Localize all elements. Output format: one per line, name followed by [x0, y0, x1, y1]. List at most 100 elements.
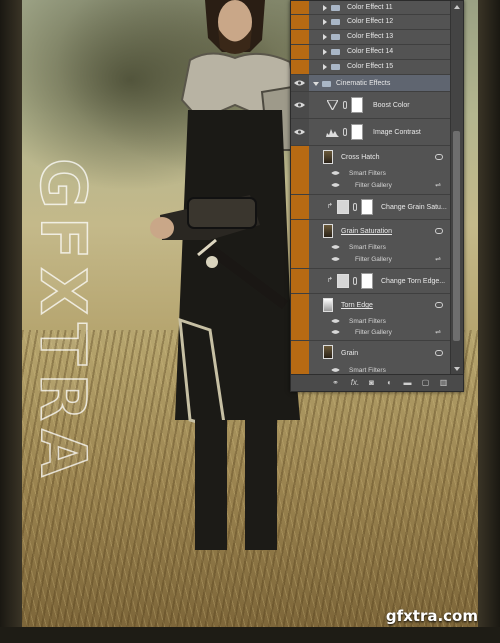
- filter-name: Filter Gallery: [355, 182, 392, 189]
- link-layers-icon[interactable]: ⚭: [331, 379, 340, 387]
- layer-name: Boost Color: [373, 102, 410, 109]
- filter-options-icon[interactable]: ⇌: [435, 181, 441, 189]
- link-icon[interactable]: [353, 277, 357, 285]
- adjustment-thumbnail[interactable]: [337, 274, 349, 288]
- visibility-toggle[interactable]: [291, 294, 309, 340]
- smart-object-thumbnail[interactable]: [323, 345, 333, 359]
- layer-group-color-effect-14[interactable]: Color Effect 14: [291, 45, 451, 60]
- visibility-toggle[interactable]: [291, 341, 309, 374]
- layer-cross-hatch[interactable]: Cross Hatch Smart Filters Filter Gallery…: [291, 146, 451, 195]
- layers-panel: Color Effect 11 Color Effect 12 Color Ef…: [290, 0, 464, 392]
- smart-filter-badge-icon[interactable]: [435, 228, 443, 234]
- link-icon[interactable]: [353, 203, 357, 211]
- link-icon[interactable]: [343, 101, 347, 109]
- eye-icon: [294, 102, 305, 108]
- folder-icon: [331, 49, 340, 55]
- smart-filter-badge-icon[interactable]: [435, 154, 443, 160]
- filter-name: Filter Gallery: [355, 329, 392, 336]
- layer-mask-thumbnail[interactable]: [351, 97, 363, 113]
- layer-name: Color Effect 11: [347, 4, 393, 11]
- visibility-toggle[interactable]: [291, 195, 309, 219]
- clipping-arrow-icon: ↱: [327, 203, 333, 210]
- watermark-corner: gfxtra.com: [385, 607, 478, 625]
- expand-arrow-icon[interactable]: [323, 5, 327, 11]
- collapse-arrow-icon[interactable]: [313, 82, 319, 86]
- layer-name: Torn Edge: [341, 302, 373, 309]
- layer-boost-color[interactable]: Boost Color: [291, 92, 451, 119]
- panel-scrollbar[interactable]: [450, 1, 463, 375]
- adjustment-thumbnail[interactable]: [337, 200, 349, 214]
- filter-name: Filter Gallery: [355, 256, 392, 263]
- new-layer-icon[interactable]: ▢: [421, 379, 430, 387]
- visibility-toggle[interactable]: [291, 60, 309, 74]
- layer-torn-edge[interactable]: Torn Edge Smart Filters Filter Gallery ⇌: [291, 294, 451, 341]
- layer-group-color-effect-11[interactable]: Color Effect 11: [291, 1, 451, 15]
- visibility-toggle[interactable]: [291, 119, 309, 145]
- layer-grain-saturation[interactable]: Grain Saturation Smart Filters Filter Ga…: [291, 220, 451, 269]
- photo-frame-left: [0, 0, 22, 643]
- layer-name: Change Torn Edge...: [381, 278, 446, 285]
- layer-group-color-effect-12[interactable]: Color Effect 12: [291, 15, 451, 30]
- scroll-up-icon[interactable]: [454, 5, 460, 9]
- layer-name: Color Effect 13: [347, 33, 394, 40]
- layer-name: Change Grain Satu...: [381, 204, 447, 211]
- visibility-toggle[interactable]: [291, 220, 309, 268]
- visibility-toggle[interactable]: [291, 92, 309, 118]
- eye-icon[interactable]: [331, 367, 340, 373]
- scrollbar-thumb[interactable]: [453, 131, 460, 341]
- smart-filter-badge-icon[interactable]: [435, 350, 443, 356]
- eye-icon[interactable]: [331, 182, 340, 188]
- visibility-toggle[interactable]: [291, 15, 309, 29]
- eye-icon[interactable]: [331, 329, 340, 335]
- visibility-toggle[interactable]: [291, 269, 309, 293]
- layer-group-color-effect-15[interactable]: Color Effect 15: [291, 60, 451, 75]
- visibility-toggle[interactable]: [291, 45, 309, 59]
- eye-icon[interactable]: [331, 318, 340, 324]
- layer-grain[interactable]: Grain Smart Filters: [291, 341, 451, 375]
- visibility-toggle[interactable]: [291, 75, 309, 91]
- expand-arrow-icon[interactable]: [323, 49, 327, 55]
- expand-arrow-icon[interactable]: [323, 64, 327, 70]
- layer-name: Color Effect 15: [347, 63, 394, 70]
- layer-change-torn-edge[interactable]: ↱ Change Torn Edge...: [291, 269, 451, 294]
- visibility-toggle[interactable]: [291, 30, 309, 44]
- layer-name: Color Effect 12: [347, 18, 394, 25]
- add-layer-style-button[interactable]: fx.: [349, 379, 361, 387]
- folder-icon: [331, 19, 340, 25]
- add-mask-icon[interactable]: ◙: [367, 379, 376, 387]
- folder-icon: [331, 64, 340, 70]
- layer-group-color-effect-13[interactable]: Color Effect 13: [291, 30, 451, 45]
- layers-panel-toolbar: ⚭ fx. ◙ ◐ ▬ ▢ ▥: [291, 374, 463, 391]
- layer-image-contrast[interactable]: Image Contrast: [291, 119, 451, 146]
- eye-icon[interactable]: [331, 256, 340, 262]
- folder-icon: [331, 34, 340, 40]
- layer-mask-thumbnail[interactable]: [361, 273, 373, 289]
- visibility-toggle[interactable]: [291, 146, 309, 194]
- layer-group-cinematic-effects[interactable]: Cinematic Effects: [291, 75, 451, 92]
- link-icon[interactable]: [343, 128, 347, 136]
- smart-filter-badge-icon[interactable]: [435, 302, 443, 308]
- expand-arrow-icon[interactable]: [323, 19, 327, 25]
- vibrance-adjustment-icon: [327, 100, 338, 110]
- smart-object-thumbnail[interactable]: [323, 298, 333, 312]
- folder-icon: [322, 81, 331, 87]
- adjustment-layer-icon[interactable]: ◐: [385, 379, 394, 387]
- scroll-down-icon[interactable]: [454, 367, 460, 371]
- eye-icon[interactable]: [331, 170, 340, 176]
- photo-frame-bottom: [0, 627, 500, 643]
- filter-options-icon[interactable]: ⇌: [435, 328, 441, 336]
- layer-mask-thumbnail[interactable]: [361, 199, 373, 215]
- watermark-side: GFXTRA: [26, 150, 101, 490]
- smart-filters-label: Smart Filters: [349, 367, 386, 374]
- smart-object-thumbnail[interactable]: [323, 224, 333, 238]
- expand-arrow-icon[interactable]: [323, 34, 327, 40]
- filter-options-icon[interactable]: ⇌: [435, 255, 441, 263]
- trash-icon[interactable]: ▥: [439, 379, 448, 387]
- layer-name: Grain Saturation: [341, 228, 392, 235]
- layer-mask-thumbnail[interactable]: [351, 124, 363, 140]
- visibility-toggle[interactable]: [291, 1, 309, 14]
- layer-change-grain-saturation[interactable]: ↱ Change Grain Satu...: [291, 195, 451, 220]
- eye-icon[interactable]: [331, 244, 340, 250]
- smart-object-thumbnail[interactable]: [323, 150, 333, 164]
- new-group-icon[interactable]: ▬: [403, 379, 412, 387]
